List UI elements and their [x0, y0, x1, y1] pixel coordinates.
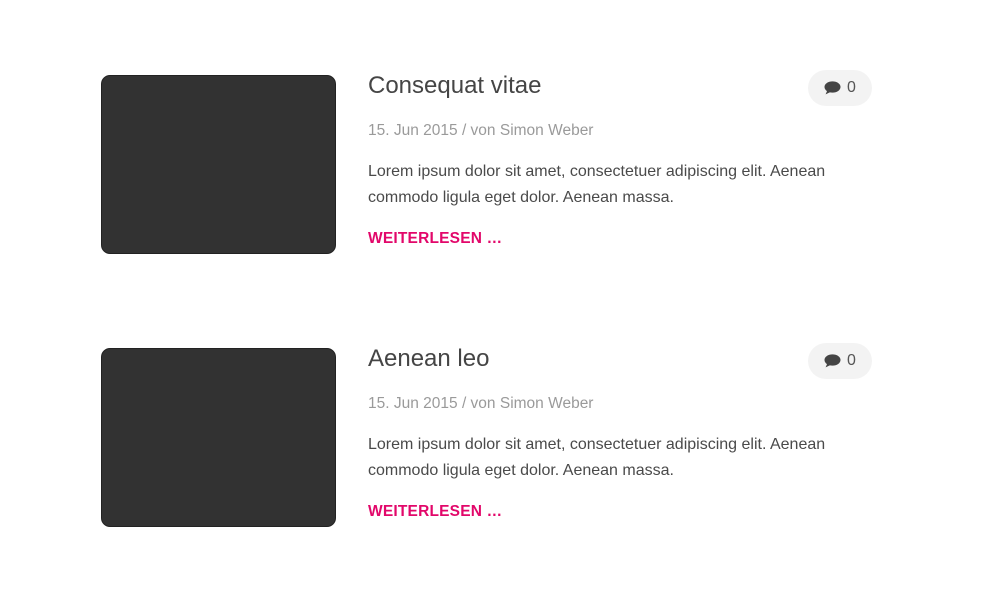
post-date: 15. Jun 2015 — [368, 395, 458, 412]
blog-post: Aenean leo 15. Jun 2015 / von Simon Webe… — [101, 343, 872, 527]
comment-count-badge[interactable]: 0 — [808, 70, 872, 106]
speech-bubble-icon — [824, 81, 841, 95]
meta-separator: / von — [457, 395, 500, 412]
comment-count: 0 — [847, 79, 856, 96]
post-title[interactable]: Consequat vitae — [368, 70, 808, 102]
post-content: Consequat vitae 15. Jun 2015 / von Simon… — [368, 70, 825, 248]
post-thumbnail[interactable] — [101, 75, 336, 254]
blog-post-list: Consequat vitae 15. Jun 2015 / von Simon… — [0, 0, 1000, 610]
comment-count: 0 — [847, 352, 856, 369]
post-meta: 15. Jun 2015 / von Simon Weber — [368, 121, 808, 141]
meta-separator: / von — [457, 122, 500, 139]
speech-bubble-icon — [824, 354, 841, 368]
read-more-link[interactable]: WEITERLESEN … — [368, 503, 502, 521]
post-meta: 15. Jun 2015 / von Simon Weber — [368, 394, 808, 414]
comment-count-badge[interactable]: 0 — [808, 343, 872, 379]
post-title[interactable]: Aenean leo — [368, 343, 808, 375]
post-thumbnail[interactable] — [101, 348, 336, 527]
blog-post: Consequat vitae 15. Jun 2015 / von Simon… — [101, 70, 872, 254]
post-date: 15. Jun 2015 — [368, 122, 458, 139]
post-content: Aenean leo 15. Jun 2015 / von Simon Webe… — [368, 343, 825, 521]
post-excerpt: Lorem ipsum dolor sit amet, consectetuer… — [368, 163, 826, 206]
read-more-link[interactable]: WEITERLESEN … — [368, 230, 502, 248]
post-author[interactable]: Simon Weber — [500, 395, 594, 412]
post-excerpt: Lorem ipsum dolor sit amet, consectetuer… — [368, 436, 826, 479]
post-author[interactable]: Simon Weber — [500, 122, 594, 139]
